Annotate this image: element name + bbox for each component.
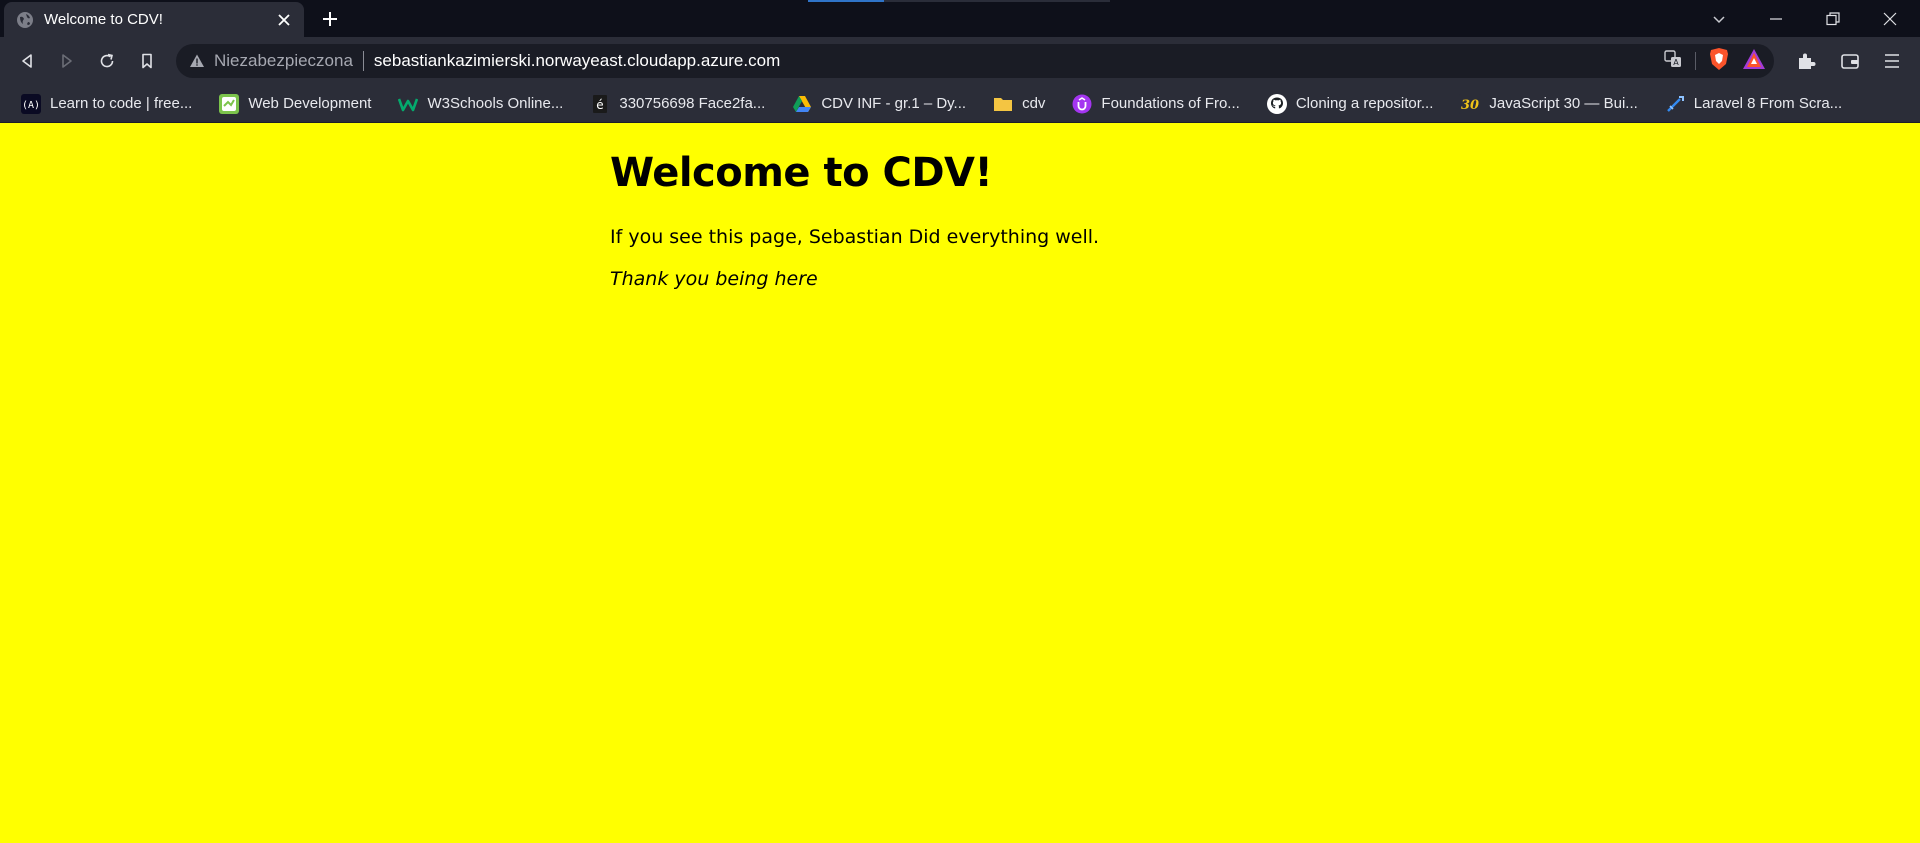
- bookmark-item[interactable]: é 330756698 Face2fa...: [585, 89, 769, 119]
- tab-title: Welcome to CDV!: [44, 11, 163, 28]
- address-divider: [362, 51, 364, 71]
- bookmark-label: Cloning a repositor...: [1295, 95, 1434, 112]
- google-drive-icon: [791, 93, 813, 115]
- javascript30-icon: 30: [1459, 93, 1482, 115]
- bookmark-label: Learn to code | free...: [50, 95, 193, 112]
- puzzle-icon: [1799, 53, 1816, 69]
- document-icon: é: [589, 93, 611, 115]
- page-content: Welcome to CDV! If you see this page, Se…: [610, 150, 1410, 290]
- page-viewport: Welcome to CDV! If you see this page, Se…: [0, 124, 1920, 843]
- reload-button[interactable]: [94, 48, 120, 74]
- svg-text:A: A: [1673, 58, 1679, 67]
- bookmark-item[interactable]: Web Development: [214, 89, 375, 119]
- bookmark-label: cdv: [1022, 95, 1046, 112]
- translate-icon[interactable]: A: [1663, 49, 1683, 73]
- bookmark-folder[interactable]: cdv: [988, 89, 1049, 119]
- forward-button[interactable]: [54, 48, 80, 74]
- brave-shields-icon[interactable]: [1708, 47, 1730, 75]
- minimize-button[interactable]: [1763, 6, 1789, 32]
- browser-window: Welcome to CDV! Niezabezpieczona sebasti…: [0, 0, 1920, 843]
- udemy-icon: [1071, 93, 1093, 115]
- laracasts-icon: [1664, 93, 1686, 115]
- url-text[interactable]: sebastiankazimierski.norwayeast.cloudapp…: [374, 51, 780, 71]
- bookmark-label: Foundations of Fro...: [1101, 95, 1240, 112]
- close-tab-icon[interactable]: [274, 10, 294, 30]
- bookmark-item[interactable]: W3Schools Online...: [393, 89, 567, 119]
- tab-strip: Welcome to CDV!: [0, 0, 1920, 37]
- wallet-icon: [1841, 54, 1859, 69]
- menu-button[interactable]: [1879, 48, 1905, 74]
- brave-rewards-icon[interactable]: [1742, 48, 1766, 74]
- bookmark-item[interactable]: 30 JavaScript 30 — Bui...: [1455, 89, 1641, 119]
- back-button[interactable]: [14, 48, 40, 74]
- extensions-button[interactable]: [1793, 48, 1819, 74]
- github-icon: [1266, 93, 1288, 115]
- globe-icon: [16, 11, 34, 29]
- bookmark-label: CDV INF - gr.1 – Dy...: [821, 95, 967, 112]
- back-arrow-icon: [22, 54, 32, 68]
- bookmark-label: 330756698 Face2fa...: [619, 95, 766, 112]
- bookmark-button[interactable]: [134, 48, 160, 74]
- bookmark-label: JavaScript 30 — Bui...: [1489, 95, 1638, 112]
- tab-active[interactable]: Welcome to CDV!: [4, 2, 304, 37]
- bookmark-icon: [142, 53, 152, 69]
- page-message: If you see this page, Sebastian Did ever…: [610, 226, 1100, 248]
- chevron-down-icon: [1713, 16, 1725, 24]
- w3schools-icon: [397, 93, 419, 115]
- bookmark-item[interactable]: Foundations of Fro...: [1067, 89, 1243, 119]
- tab-search-button[interactable]: [1706, 6, 1732, 32]
- toolbar: Niezabezpieczona sebastiankazimierski.no…: [0, 37, 1920, 85]
- bookmark-item[interactable]: CDV INF - gr.1 – Dy...: [787, 89, 970, 119]
- address-bar[interactable]: Niezabezpieczona sebastiankazimierski.no…: [176, 44, 1774, 78]
- restore-button[interactable]: [1820, 6, 1846, 32]
- actions-divider: [1695, 52, 1696, 70]
- page-heading: Welcome to CDV!: [610, 150, 993, 196]
- bookmark-item[interactable]: Cloning a repositor...: [1262, 89, 1438, 119]
- minimize-icon: [1770, 18, 1782, 20]
- page-load-progress: [808, 0, 1110, 2]
- security-label[interactable]: Niezabezpieczona: [214, 51, 353, 71]
- new-tab-button[interactable]: [318, 7, 342, 31]
- plus-icon: [323, 12, 337, 26]
- forward-arrow-icon: [62, 54, 72, 68]
- bookmark-label: Web Development: [248, 95, 372, 112]
- bookmark-label: W3Schools Online...: [427, 95, 564, 112]
- freecodecamp-icon: (A): [20, 93, 42, 115]
- reload-icon: [100, 53, 114, 68]
- address-bar-actions: A: [1651, 48, 1766, 74]
- not-secure-warning-icon[interactable]: [188, 52, 206, 70]
- wallet-button[interactable]: [1837, 48, 1863, 74]
- bookmark-item[interactable]: (A) Learn to code | free...: [16, 89, 196, 119]
- bookmarks-bar: (A) Learn to code | free... Web Developm…: [0, 85, 1920, 123]
- close-icon: [1883, 12, 1897, 26]
- restore-icon: [1826, 12, 1840, 26]
- hamburger-menu-icon: [1885, 54, 1899, 68]
- folder-icon: [992, 93, 1014, 115]
- close-window-button[interactable]: [1877, 6, 1903, 32]
- svg-text:é: é: [597, 98, 604, 112]
- page-thanks: Thank you being here: [610, 268, 818, 290]
- page-load-progress-fill: [808, 0, 884, 2]
- svg-text:30: 30: [1461, 98, 1479, 113]
- bookmark-item[interactable]: Laravel 8 From Scra...: [1660, 89, 1846, 119]
- bookmark-label: Laravel 8 From Scra...: [1693, 95, 1843, 112]
- svg-text:(A): (A): [22, 100, 40, 111]
- webdev-icon: [218, 93, 240, 115]
